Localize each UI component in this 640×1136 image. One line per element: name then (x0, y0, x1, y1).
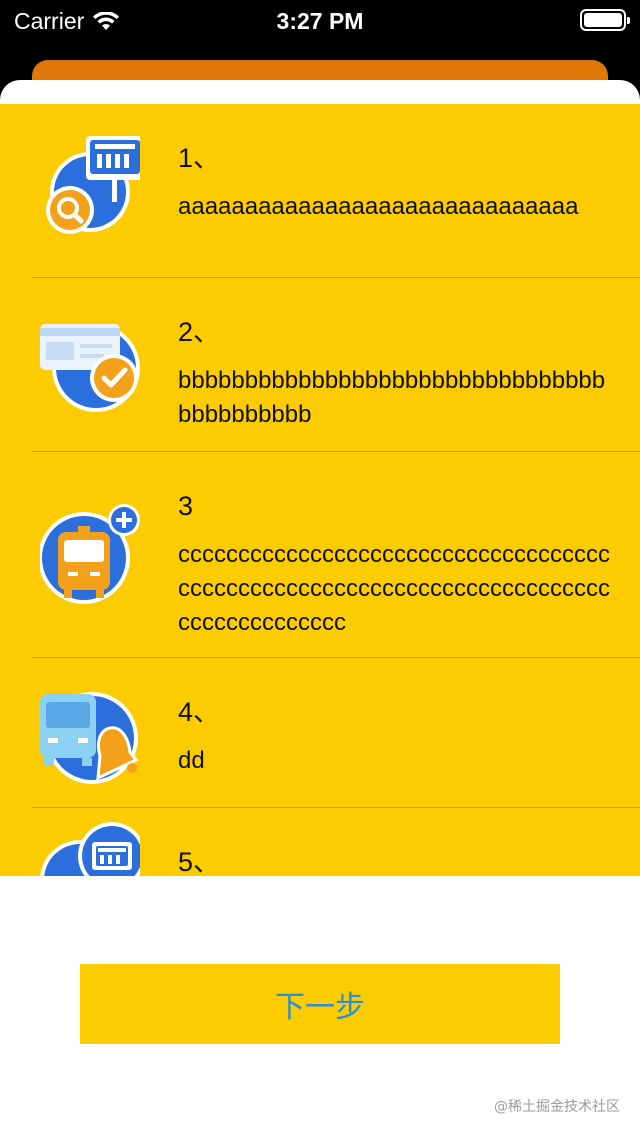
item-description: aaaaaaaaaaaaaaaaaaaaaaaaaaaaaa (178, 193, 579, 220)
list-item: 1、 aaaaaaaaaaaaaaaaaaaaaaaaaaaaaa (32, 104, 640, 278)
search-board-icon (40, 822, 140, 876)
feature-list[interactable]: 1、 aaaaaaaaaaaaaaaaaaaaaaaaaaaaaa 2、 bbb… (0, 104, 640, 876)
item-description: cccccccccccccccccccccccccccccccccccccccc… (178, 541, 610, 636)
item-description: bbbbbbbbbbbbbbbbbbbbbbbbbbbbbbbbbbbbbbbb… (178, 367, 606, 428)
card-check-icon (40, 324, 140, 412)
battery-icon (580, 9, 630, 31)
bottom-sheet: 1、 aaaaaaaaaaaaaaaaaaaaaaaaaaaaaa 2、 bbb… (0, 80, 640, 1136)
battery-level (584, 13, 622, 27)
item-title: 4、 (178, 697, 221, 727)
next-step-button[interactable]: 下一步 (80, 964, 560, 1044)
status-bar: Carrier 3:27 PM (0, 0, 640, 40)
bus-bell-icon (40, 692, 139, 784)
search-board-icon (46, 136, 140, 234)
item-title: 3 (178, 491, 194, 521)
status-time: 3:27 PM (276, 8, 364, 34)
bus-add-icon (40, 504, 140, 604)
list-item: 4、 dd (32, 658, 640, 808)
list-item: 2、 bbbbbbbbbbbbbbbbbbbbbbbbbbbbbbbbbbbbb… (32, 278, 640, 452)
item-title: 1、 (178, 143, 221, 173)
list-item: 5、 (32, 808, 640, 876)
watermark: @稀土掘金技术社区 (494, 1099, 620, 1115)
item-title: 2、 (178, 317, 221, 347)
item-title: 5、 (178, 847, 221, 876)
item-description: dd (178, 747, 205, 774)
list-item: 3 cccccccccccccccccccccccccccccccccccccc… (32, 452, 640, 658)
